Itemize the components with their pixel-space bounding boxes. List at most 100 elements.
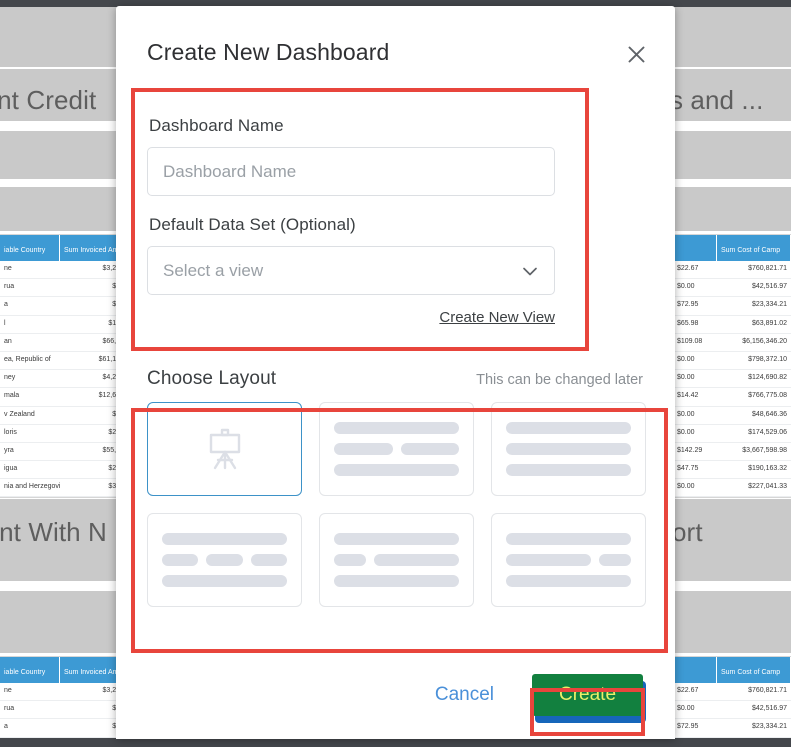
table-cell: $23,334.21 xyxy=(751,301,787,309)
table-row: $109.08 $6,156,346.20 xyxy=(673,334,791,352)
bg-title-1: ount Credit xyxy=(0,85,97,115)
table-cell: $0.00 xyxy=(677,355,695,363)
table-cell: $66,6 xyxy=(102,337,120,345)
table-row: ney $4,21 xyxy=(0,370,124,389)
table-row: $0.00 $48,646.36 xyxy=(673,407,791,425)
table-cell: $12,60 xyxy=(98,392,120,400)
table-cell: rua xyxy=(4,705,15,713)
layout-skeleton-block xyxy=(506,575,631,587)
close-icon[interactable] xyxy=(621,39,651,69)
table-column-header xyxy=(673,657,717,683)
table-row: $65.98 $63,891.02 xyxy=(673,316,791,334)
layout-skeleton-row xyxy=(506,575,631,587)
table-row: ea, Republic of $61,19 xyxy=(0,352,124,371)
table-cell: $23 xyxy=(108,428,120,436)
layout-option-three-full-rows[interactable] xyxy=(491,402,646,496)
table-header-row: Sum Cost of Camp xyxy=(673,235,791,261)
table-cell: a xyxy=(4,301,8,309)
table-cell: $3,667,598.98 xyxy=(742,446,787,454)
chevron-down-icon xyxy=(519,260,541,282)
table-row: $0.00 $227,041.33 xyxy=(673,479,791,497)
table-cell: $42,516.97 xyxy=(751,283,787,291)
table-cell: $61,19 xyxy=(98,355,120,363)
layout-option-one-two-one[interactable] xyxy=(319,402,474,496)
table-cell: $0.00 xyxy=(677,428,695,436)
easel-icon xyxy=(205,428,245,470)
table-row: $47.75 $190,163.32 xyxy=(673,461,791,480)
table-cell: $48,646.36 xyxy=(751,410,787,418)
table-cell: $6,156,346.20 xyxy=(742,337,787,345)
default-dataset-label: Default Data Set (Optional) xyxy=(149,215,356,234)
table-cell: $109.08 xyxy=(677,337,703,345)
table-column-header: Sum Invoiced Am xyxy=(60,235,124,261)
table-cell: $174,529.06 xyxy=(748,428,787,436)
table-cell: $227,041.33 xyxy=(748,483,787,491)
layout-skeleton-row xyxy=(162,575,287,587)
layout-skeleton-row xyxy=(334,464,459,476)
create-new-view-link[interactable]: Create New View xyxy=(439,309,555,326)
table-cell: ne xyxy=(4,687,12,694)
layout-skeleton-row xyxy=(506,422,631,434)
table-cell: $29 xyxy=(108,465,120,473)
table-cell: yra xyxy=(4,446,14,454)
table-row: yra $55,4 xyxy=(0,443,124,462)
table-row: l $15 xyxy=(0,316,124,334)
layout-skeleton-block xyxy=(334,464,459,476)
layout-skeleton-block xyxy=(506,533,631,545)
create-button[interactable]: Create xyxy=(532,674,643,716)
table-cell: $14.42 xyxy=(677,392,699,400)
dashboard-name-input[interactable] xyxy=(147,147,555,196)
table-cell: $47.75 xyxy=(677,465,699,473)
table-cell: $65.98 xyxy=(677,319,699,327)
layout-skeleton-block xyxy=(334,443,393,455)
default-dataset-select[interactable]: Select a view xyxy=(147,246,555,295)
dialog-title: Create New Dashboard xyxy=(147,39,390,65)
table-cell: ne xyxy=(4,265,12,272)
layout-skeleton-row xyxy=(506,554,631,566)
table-cell: $3 xyxy=(60,297,124,314)
table-row: $22.67 $760,821.71 xyxy=(673,683,791,702)
table-cell: igua xyxy=(4,465,18,473)
table-cell: ney xyxy=(4,374,16,382)
create-button-wrapper: Create xyxy=(532,674,646,723)
layout-skeleton-row xyxy=(334,575,459,587)
table-row: $72.95 $23,334.21 xyxy=(673,719,791,738)
table-row: $14.42 $766,775.08 xyxy=(673,388,791,407)
table-column-header: iable Country xyxy=(0,657,60,683)
table-cell: nia and Herzegovina xyxy=(4,483,60,491)
create-dashboard-dialog: Create New Dashboard Dashboard Name Defa… xyxy=(116,6,675,739)
layout-option-one-three-one[interactable] xyxy=(147,513,302,607)
table-cell: $190,163.32 xyxy=(748,465,787,473)
layout-option-one-narrow-wide-one[interactable] xyxy=(319,513,474,607)
table-cell: $0.00 xyxy=(677,483,695,491)
table-cell: $0.00 xyxy=(677,410,695,418)
app-bottom-bar xyxy=(0,738,791,747)
table-cell: v Zealand xyxy=(4,410,35,418)
table-cell: $39 xyxy=(108,483,120,491)
layout-option-blank-canvas[interactable] xyxy=(147,402,302,496)
layout-skeleton-row xyxy=(506,464,631,476)
layout-skeleton-row xyxy=(334,443,459,455)
layout-skeleton-block xyxy=(373,554,459,566)
table-cell: $4 xyxy=(60,701,124,718)
layout-skeleton-block xyxy=(599,554,631,566)
form-spacer xyxy=(147,196,644,215)
choose-layout-title: Choose Layout xyxy=(147,368,277,389)
layout-option-one-wide-narrow-one[interactable] xyxy=(491,513,646,607)
table-row: v Zealand $9 xyxy=(0,407,124,425)
table-row: $0.00 $174,529.06 xyxy=(673,425,791,443)
table-column-header xyxy=(673,235,717,261)
bg-title-4: ort xyxy=(672,517,703,547)
layout-skeleton-block xyxy=(400,443,459,455)
dialog-header: Create New Dashboard xyxy=(116,6,675,98)
table-row: loris $23 xyxy=(0,425,124,443)
cancel-button[interactable]: Cancel xyxy=(431,678,498,712)
table-column-header: iable Country xyxy=(0,235,60,261)
table-row: a $3 xyxy=(0,297,124,316)
table-cell: $124,690.82 xyxy=(748,374,787,382)
table-cell: an xyxy=(4,337,12,345)
table-row: an $66,6 xyxy=(0,334,124,352)
table-header-row: iable Country Sum Invoiced Am xyxy=(0,235,124,261)
table-cell: $15 xyxy=(108,319,120,327)
table-cell: $72.95 xyxy=(677,301,699,309)
